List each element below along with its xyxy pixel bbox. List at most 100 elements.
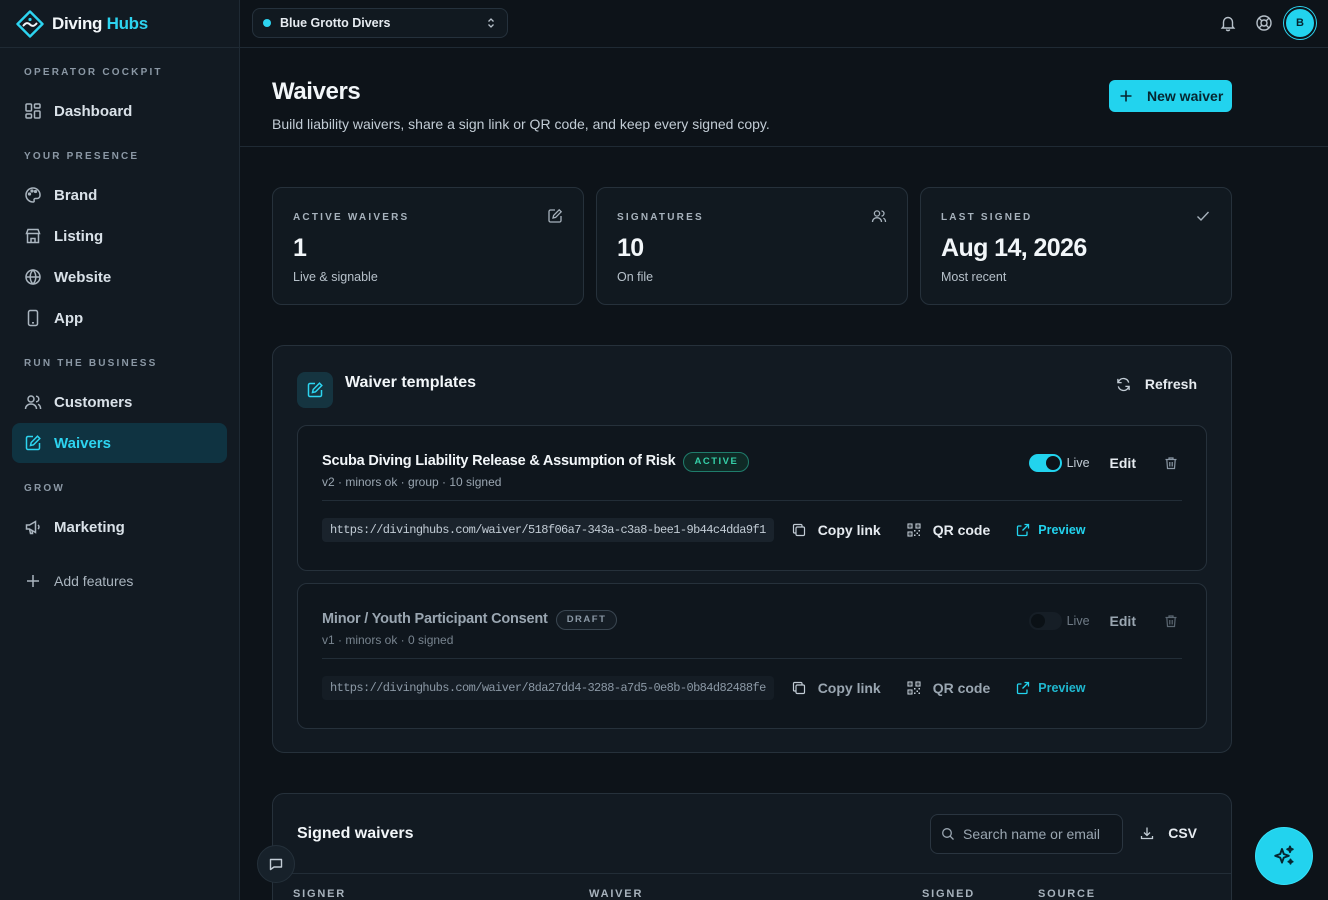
edit-button[interactable]: Edit <box>1110 613 1136 629</box>
refresh-icon <box>1117 377 1130 391</box>
copy-link-label: Copy link <box>817 680 881 696</box>
sidebar-item-listing[interactable]: Listing <box>12 216 227 256</box>
brand-name: Diving Hubs <box>52 13 148 33</box>
template-meta: v2 · minors ok · group · 10 signed <box>322 475 502 489</box>
template-link-row: https://divinghubs.com/waiver/518f06a7-3… <box>322 518 1086 542</box>
sidebar-item-dashboard[interactable]: Dashboard <box>12 91 227 131</box>
live-toggle[interactable] <box>1028 612 1062 630</box>
nav-section-run-the-business: RUN THE BUSINESS <box>24 358 158 369</box>
sidebar-item-add-features[interactable]: Add features <box>12 561 227 601</box>
divider <box>322 500 1182 501</box>
copy-link-button[interactable]: Copy link <box>792 680 881 696</box>
search-input[interactable] <box>963 826 1113 842</box>
live-label: Live <box>1066 614 1090 628</box>
status-badge: ACTIVE <box>683 452 750 472</box>
stat-label: ACTIVE WAIVERS <box>293 212 410 223</box>
template-name: Minor / Youth Participant Consent DRAFT <box>322 610 618 630</box>
sidebar-item-label: Website <box>54 268 112 286</box>
copy-link-label: Copy link <box>817 522 881 538</box>
refresh-label: Refresh <box>1144 376 1197 392</box>
nav-section-your-presence: YOUR PRESENCE <box>24 151 140 162</box>
live-label: Live <box>1066 456 1090 470</box>
column-header-source[interactable]: SOURCE <box>1038 888 1096 900</box>
sidebar-item-label: Add features <box>54 573 134 589</box>
sidebar-item-waivers[interactable]: Waivers <box>12 423 227 463</box>
globe-icon <box>25 268 41 286</box>
sidebar-item-label: App <box>54 309 84 327</box>
csv-export-button[interactable]: CSV <box>1140 825 1197 841</box>
sidebar-item-brand[interactable]: Brand <box>12 175 227 215</box>
divider <box>322 658 1182 659</box>
live-toggle[interactable] <box>1028 454 1062 472</box>
preview-label: Preview <box>1038 681 1086 695</box>
store-icon <box>25 228 41 244</box>
nav-section-grow: GROW <box>24 483 66 494</box>
chat-button[interactable] <box>257 845 295 883</box>
trash-icon[interactable] <box>1164 614 1178 628</box>
qr-code-button[interactable]: QR code <box>907 522 991 538</box>
qr-code-label: QR code <box>932 680 991 696</box>
avatar[interactable]: B <box>1284 7 1316 39</box>
sidebar-item-label: Listing <box>54 227 104 245</box>
signed-waivers-panel: Signed waivers CSV SIGNER WAIVER SIGNED … <box>272 793 1232 900</box>
qr-code-icon <box>907 523 921 537</box>
waiver-url[interactable]: https://divinghubs.com/waiver/8da27dd4-3… <box>322 676 774 700</box>
chat-icon <box>269 858 283 871</box>
refresh-button[interactable]: Refresh <box>1116 376 1197 392</box>
search-box[interactable] <box>930 814 1123 854</box>
stat-card-active-waivers: ACTIVE WAIVERS 1 Live & signable <box>272 187 584 305</box>
sidebar-item-label: Waivers <box>54 434 111 452</box>
brand-logo[interactable]: Diving Hubs <box>0 0 239 48</box>
sidebar-item-label: Brand <box>54 186 98 204</box>
copy-icon <box>792 523 805 537</box>
sidebar-item-marketing[interactable]: Marketing <box>12 507 227 547</box>
qr-code-icon <box>907 681 921 695</box>
preview-label: Preview <box>1038 523 1086 537</box>
stat-sub: On file <box>617 270 654 284</box>
sidebar-item-label: Marketing <box>54 518 125 536</box>
new-waiver-button[interactable]: New waiver <box>1109 80 1232 112</box>
edit-button[interactable]: Edit <box>1110 455 1136 471</box>
sidebar: Diving Hubs OPERATOR COCKPIT Dashboard Y… <box>0 0 240 900</box>
stat-value: Aug 14, 2026 <box>941 234 1087 262</box>
waiver-templates-icon-tile <box>297 372 333 408</box>
sidebar-item-app[interactable]: App <box>12 298 227 338</box>
new-waiver-label: New waiver <box>1147 88 1224 104</box>
waiver-templates-panel: Waiver templates Refresh Scuba Diving Li… <box>272 345 1232 753</box>
sidebar-item-label: Customers <box>54 393 133 411</box>
divider <box>273 873 1231 874</box>
column-header-waiver[interactable]: WAIVER <box>589 888 643 900</box>
sparkles-icon <box>1274 845 1294 865</box>
template-controls: Live Edit <box>1028 454 1178 472</box>
column-header-signer[interactable]: SIGNER <box>293 888 346 900</box>
preview-link[interactable]: Preview <box>1016 681 1086 695</box>
nav-section-operator-cockpit: OPERATOR COCKPIT <box>24 67 163 78</box>
waiver-url[interactable]: https://divinghubs.com/waiver/518f06a7-3… <box>322 518 774 542</box>
preview-link[interactable]: Preview <box>1016 523 1086 537</box>
stat-card-last-signed: LAST SIGNED Aug 14, 2026 Most recent <box>920 187 1232 305</box>
qr-code-button[interactable]: QR code <box>907 680 991 696</box>
sidebar-item-website[interactable]: Website <box>12 257 227 297</box>
org-select[interactable]: Blue Grotto Divers <box>252 8 508 38</box>
copy-icon <box>792 681 805 695</box>
waiver-template-card: Minor / Youth Participant Consent DRAFT v… <box>297 583 1207 729</box>
bell-icon[interactable] <box>1219 14 1237 32</box>
template-name: Scuba Diving Liability Release & Assumpt… <box>322 452 750 472</box>
column-header-signed[interactable]: SIGNED <box>922 888 975 900</box>
assistant-fab[interactable] <box>1256 828 1312 884</box>
check-icon <box>1197 211 1210 222</box>
stat-label: SIGNATURES <box>617 212 704 223</box>
copy-link-button[interactable]: Copy link <box>792 522 881 538</box>
external-link-icon <box>1017 523 1030 537</box>
template-link-row: https://divinghubs.com/waiver/8da27dd4-3… <box>322 676 1086 700</box>
sidebar-item-customers[interactable]: Customers <box>12 382 227 422</box>
plus-icon <box>27 575 39 587</box>
external-link-icon <box>1017 681 1030 695</box>
download-icon <box>1141 827 1154 840</box>
stat-label: LAST SIGNED <box>941 212 1033 223</box>
page-header: Waivers Build liability waivers, share a… <box>240 48 1328 147</box>
template-meta: v1 · minors ok · 0 signed <box>322 633 454 647</box>
qr-code-label: QR code <box>932 522 991 538</box>
trash-icon[interactable] <box>1164 456 1178 470</box>
help-icon[interactable] <box>1255 14 1273 32</box>
